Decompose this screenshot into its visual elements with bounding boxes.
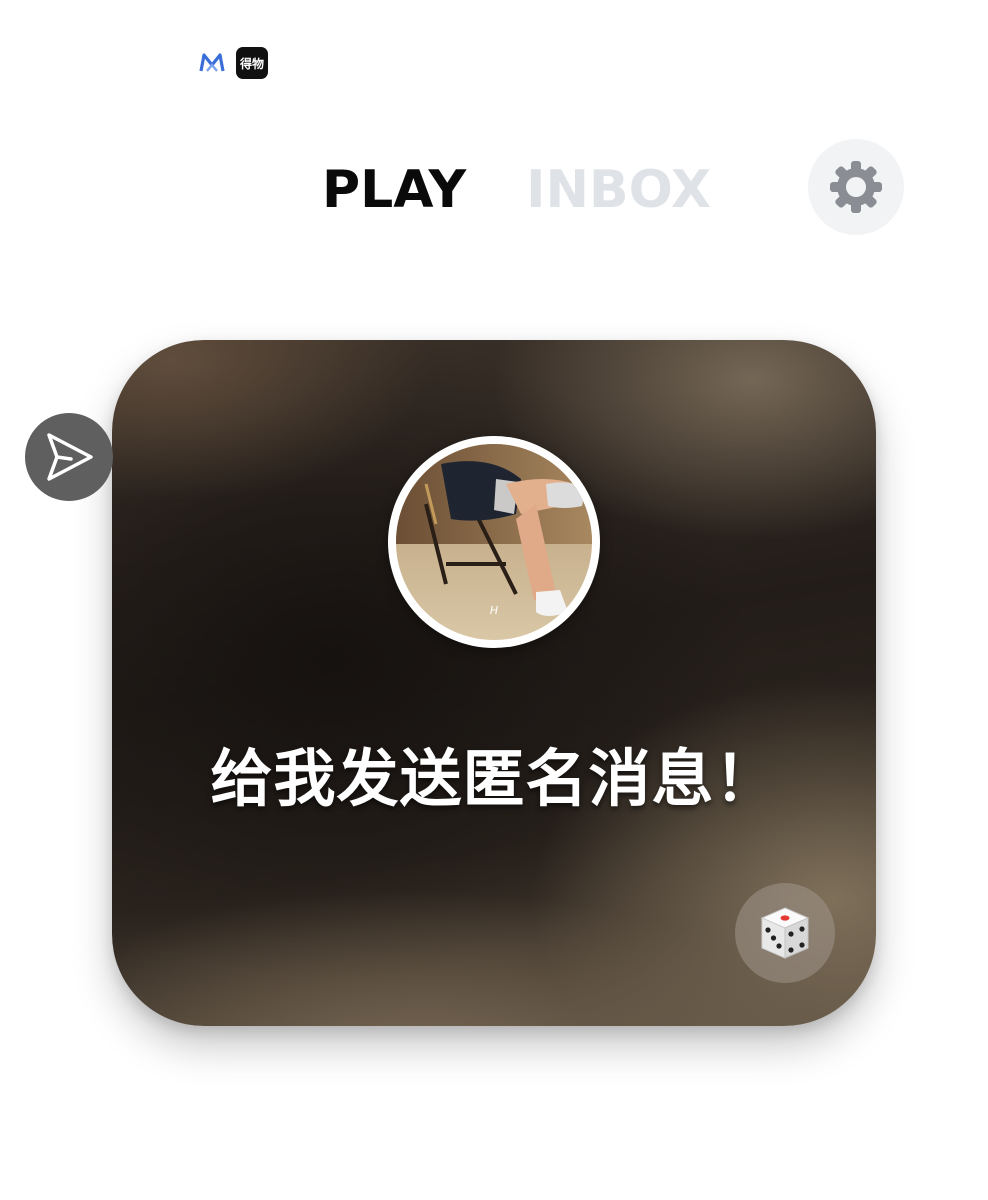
dice-icon — [760, 907, 810, 959]
random-message-button[interactable] — [735, 883, 835, 983]
dewu-app-icon: 得物 — [236, 47, 268, 79]
tab-inbox[interactable]: INBOX — [526, 160, 711, 220]
profile-photo: H — [396, 444, 592, 640]
screen: 得物 PLAY INBOX H 给我发送匿名消息！ — [0, 0, 988, 1200]
status-bar-icons: 得物 — [198, 47, 268, 79]
share-button[interactable] — [25, 413, 113, 501]
settings-button[interactable] — [808, 139, 904, 235]
card-message: 给我发送匿名消息！ — [210, 742, 778, 815]
tab-play[interactable]: PLAY — [322, 160, 466, 220]
top-tabs: PLAY INBOX — [322, 160, 711, 220]
avatar: H — [388, 436, 600, 648]
m-app-icon — [198, 47, 226, 79]
paper-plane-icon — [47, 433, 93, 481]
svg-text:H: H — [490, 604, 498, 617]
gear-icon — [830, 161, 882, 213]
dewu-app-label: 得物 — [239, 56, 264, 71]
